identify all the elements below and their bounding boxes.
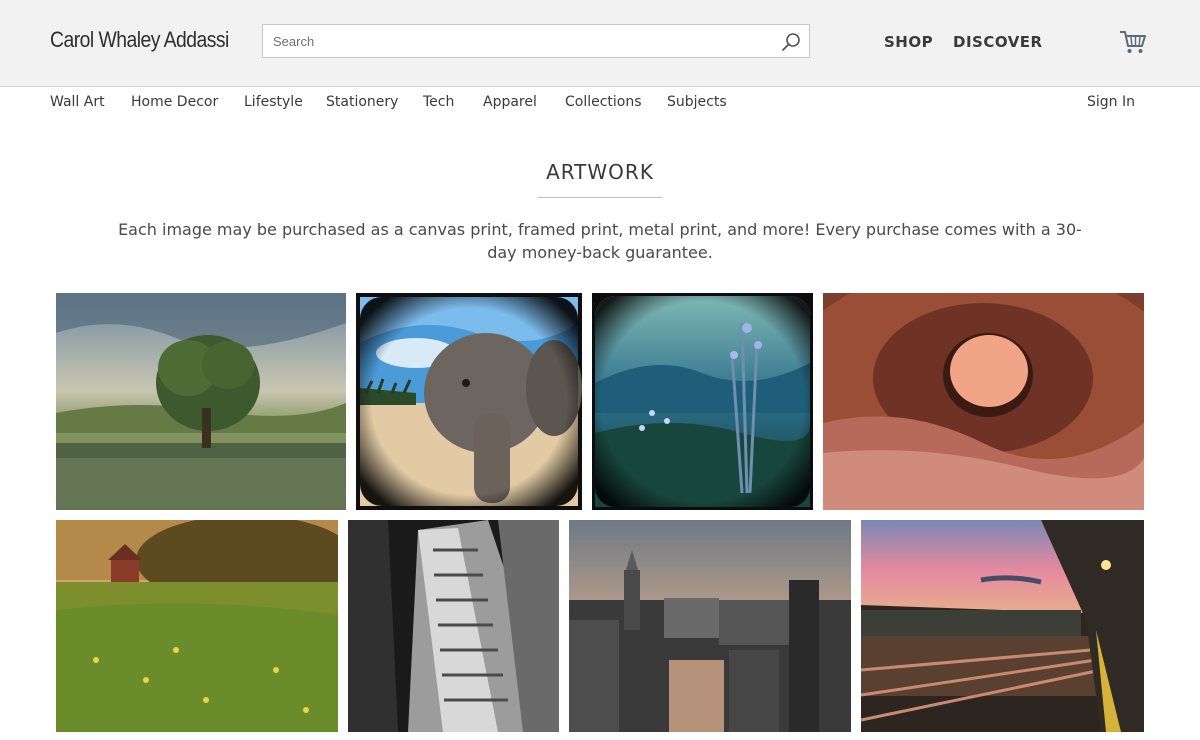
category-lifestyle[interactable]: Lifestyle	[244, 94, 303, 110]
artwork-meadow-barn[interactable]	[56, 520, 338, 732]
search-button[interactable]	[779, 30, 803, 54]
category-subjects[interactable]: Subjects	[667, 94, 727, 110]
artwork-image	[595, 296, 811, 507]
category-stationery[interactable]: Stationery	[326, 94, 398, 110]
section-title: ARTWORK	[546, 160, 654, 184]
site-brand[interactable]: Carol Whaley Addassi	[50, 27, 229, 53]
artwork-flatiron-building[interactable]	[348, 520, 559, 732]
artwork-image	[56, 520, 338, 732]
artwork-rock-arch[interactable]	[823, 293, 1144, 510]
artwork-city-skyline[interactable]	[569, 520, 851, 732]
artwork-tree-landscape[interactable]	[56, 293, 346, 510]
sign-in-link[interactable]: Sign In	[1087, 94, 1135, 110]
artwork-image	[569, 520, 851, 732]
category-tech[interactable]: Tech	[423, 94, 454, 110]
category-home-decor[interactable]: Home Decor	[131, 94, 218, 110]
category-nav: Wall Art Home Decor Lifestyle Stationery…	[0, 87, 1200, 119]
nav-shop[interactable]: SHOP	[884, 33, 933, 51]
artwork-wildflowers-mountain[interactable]	[592, 293, 813, 510]
artwork-image	[56, 293, 346, 510]
artwork-image	[861, 520, 1144, 732]
section-intro: Each image may be purchased as a canvas …	[118, 220, 1082, 262]
cart-icon	[1120, 31, 1146, 53]
section-divider	[538, 197, 662, 198]
artwork-image	[823, 293, 1144, 510]
artwork-image	[348, 520, 559, 732]
cart-button[interactable]	[1118, 28, 1148, 56]
category-collections[interactable]: Collections	[565, 94, 642, 110]
artwork-train-platform[interactable]	[861, 520, 1144, 732]
category-apparel[interactable]: Apparel	[483, 94, 537, 110]
search-input[interactable]	[263, 25, 783, 57]
search-box	[262, 24, 810, 58]
category-wall-art[interactable]: Wall Art	[50, 94, 105, 110]
search-icon	[782, 33, 800, 51]
nav-discover[interactable]: DISCOVER	[953, 33, 1043, 51]
artwork-elephant[interactable]	[356, 293, 582, 510]
artwork-image	[360, 297, 582, 506]
site-header: Carol Whaley Addassi SHOP DISCOVER	[0, 0, 1200, 87]
